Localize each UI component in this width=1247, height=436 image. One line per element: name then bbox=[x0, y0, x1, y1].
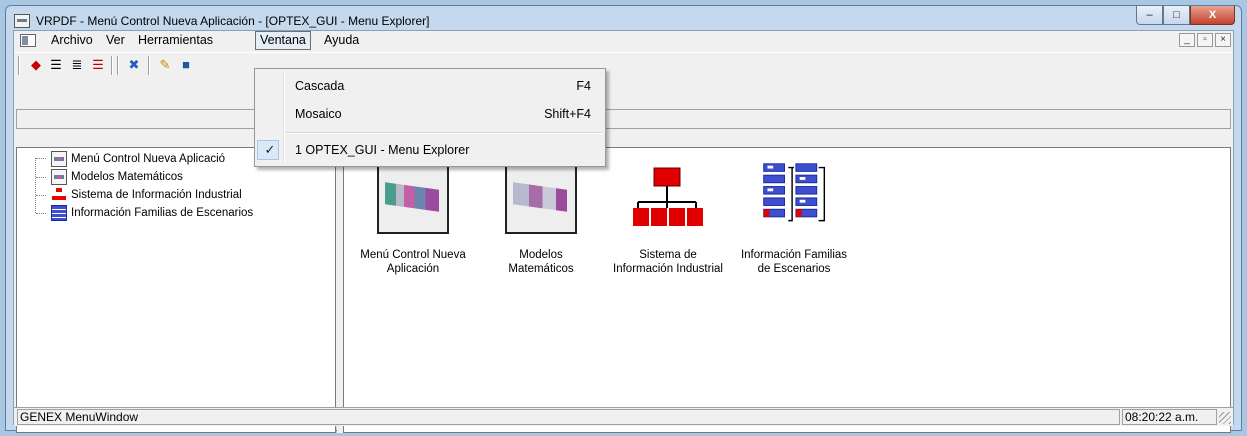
menu-herramientas[interactable]: Herramientas bbox=[134, 32, 217, 49]
blue-blocks-icon[interactable] bbox=[758, 160, 830, 232]
tree-connector bbox=[36, 158, 46, 159]
tree-item[interactable]: Menú Control Nueva Aplicació bbox=[51, 150, 225, 168]
resize-grip-icon[interactable] bbox=[1219, 412, 1231, 424]
toolbar-separator bbox=[117, 56, 119, 75]
menu-ventana[interactable]: Ventana bbox=[255, 31, 311, 50]
app-icon[interactable] bbox=[14, 14, 30, 28]
org-chart-icon bbox=[51, 187, 67, 203]
tree-item[interactable]: Modelos Matemáticos bbox=[51, 168, 183, 186]
tree-pane: Menú Control Nueva Aplicació Modelos Mat… bbox=[16, 147, 336, 433]
icon-label-line: Información Industrial bbox=[613, 263, 723, 275]
window-controls: – □ X bbox=[1136, 6, 1235, 26]
mdi-close-button[interactable]: × bbox=[1215, 33, 1231, 47]
menu-separator bbox=[285, 132, 603, 134]
blue-blocks-icon bbox=[51, 205, 67, 221]
tree-item[interactable]: Sistema de Información Industrial bbox=[51, 186, 242, 204]
wand-icon[interactable]: ✎ bbox=[157, 57, 173, 73]
checkmark-icon: ✓ bbox=[264, 142, 276, 157]
ventana-dropdown-menu: Cascada F4 Mosaico Shift+F4 ✓ 1 OPTEX_GU… bbox=[254, 68, 606, 167]
tree-connector bbox=[36, 177, 46, 178]
icon-item-label[interactable]: Información Familias de Escenarios bbox=[734, 248, 854, 276]
icon-label-line: Sistema de bbox=[639, 249, 697, 261]
tree-item[interactable]: Información Familias de Escenarios bbox=[51, 204, 253, 222]
status-time: 08:20:22 a.m. bbox=[1122, 409, 1217, 425]
tree-connector bbox=[35, 158, 36, 213]
app-gray-icon bbox=[51, 151, 67, 167]
details-icon[interactable]: ≣ bbox=[69, 57, 85, 73]
icon-label-line: Matemáticos bbox=[508, 263, 574, 275]
icon-label-line: Información Familias bbox=[740, 249, 848, 261]
menu-item-window-1[interactable]: ✓ 1 OPTEX_GUI - Menu Explorer bbox=[255, 139, 605, 161]
numbered-list-icon[interactable]: ☰ bbox=[90, 57, 106, 73]
menu-item-label: Mosaico bbox=[295, 107, 342, 121]
status-text: GENEX MenuWindow bbox=[17, 409, 1120, 425]
icon-label-line: Modelos bbox=[519, 249, 563, 261]
mdi-minimize-button[interactable]: _ bbox=[1179, 33, 1195, 47]
client-area: Archivo Ver Herramientas Ventana Ayuda _… bbox=[13, 30, 1234, 433]
status-bar: GENEX MenuWindow 08:20:22 a.m. bbox=[14, 407, 1233, 426]
menu-item-label: Cascada bbox=[295, 79, 345, 93]
window-title: VRPDF - Menú Control Nueva Aplicación - … bbox=[36, 14, 430, 28]
toolbar-separator bbox=[148, 56, 150, 75]
menu-item-shortcut: Shift+F4 bbox=[544, 107, 591, 121]
mdi-system-icon[interactable] bbox=[20, 34, 36, 47]
main-window: VRPDF - Menú Control Nueva Aplicación - … bbox=[5, 5, 1242, 433]
app-gray-icon bbox=[51, 169, 67, 185]
close-button[interactable]: X bbox=[1190, 6, 1235, 25]
icon-label-line: Menú Control Nueva bbox=[360, 249, 466, 261]
mdi-restore-button[interactable]: ▫ bbox=[1197, 33, 1213, 47]
maximize-button[interactable]: □ bbox=[1163, 6, 1190, 25]
toolbar-separator bbox=[111, 56, 113, 75]
menu-item-label: 1 OPTEX_GUI - Menu Explorer bbox=[295, 143, 470, 157]
app-gray-icon[interactable] bbox=[505, 162, 577, 234]
menu-ver[interactable]: Ver bbox=[102, 32, 129, 49]
icon-item-label[interactable]: Menú Control Nueva Aplicación bbox=[353, 248, 473, 276]
tree-connector bbox=[36, 213, 46, 214]
list-icon[interactable]: ☰ bbox=[48, 57, 64, 73]
icon-view-pane: Menú Control Nueva Aplicación Modelos Ma… bbox=[343, 147, 1231, 433]
tree-connector bbox=[36, 195, 46, 196]
app-gray-icon[interactable] bbox=[377, 162, 449, 234]
icon-label-line: Aplicación bbox=[386, 263, 440, 275]
tree-item-label: Sistema de Información Industrial bbox=[71, 189, 242, 201]
mdi-controls: _ ▫ × bbox=[1179, 33, 1231, 47]
menu-item-cascada[interactable]: Cascada F4 bbox=[255, 75, 605, 97]
toolbar: ◆ ☰ ≣ ☰ ✖ ✎ ■ bbox=[14, 52, 1233, 79]
menu-item-mosaico[interactable]: Mosaico Shift+F4 bbox=[255, 103, 605, 125]
org-chart-icon[interactable] bbox=[632, 164, 704, 236]
icon-item-label[interactable]: Modelos Matemáticos bbox=[481, 248, 601, 276]
icon-label-line: de Escenarios bbox=[757, 263, 831, 275]
add-record-icon[interactable]: ◆ bbox=[28, 57, 44, 73]
icon-item-label[interactable]: Sistema de Información Industrial bbox=[608, 248, 728, 276]
tree-item-label: Menú Control Nueva Aplicació bbox=[71, 153, 226, 165]
menu-bar: Archivo Ver Herramientas Ventana Ayuda _… bbox=[14, 31, 1233, 51]
menu-ayuda[interactable]: Ayuda bbox=[320, 32, 363, 49]
address-bar bbox=[16, 109, 1231, 129]
tree-item-label: Modelos Matemáticos bbox=[71, 171, 183, 183]
menu-item-shortcut: F4 bbox=[576, 79, 591, 93]
menu-archivo[interactable]: Archivo bbox=[47, 32, 97, 49]
monitor-icon[interactable]: ■ bbox=[178, 57, 194, 73]
delete-icon[interactable]: ✖ bbox=[126, 57, 142, 73]
tree-item-label: Información Familias de Escenarios bbox=[71, 207, 254, 219]
toolbar-separator bbox=[18, 56, 20, 75]
minimize-button[interactable]: – bbox=[1136, 6, 1163, 25]
